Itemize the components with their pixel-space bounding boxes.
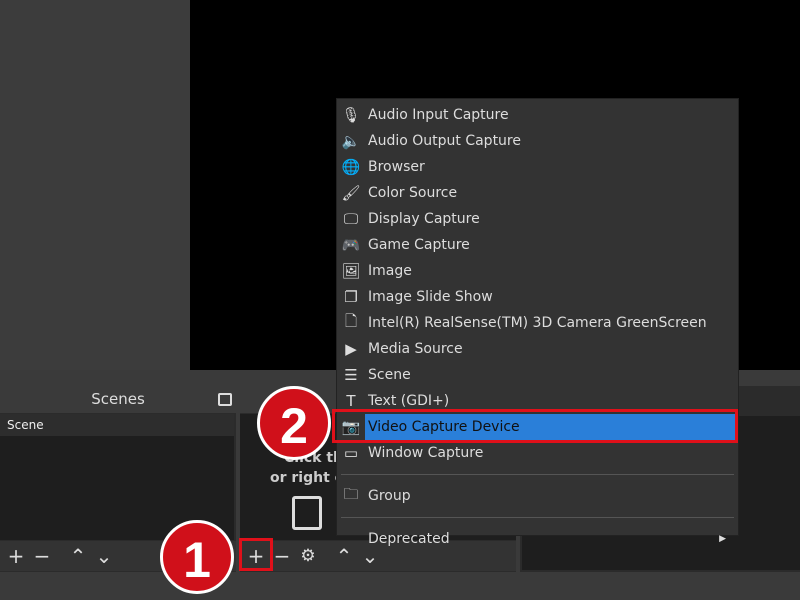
move-down-icon[interactable]: ⌄: [94, 544, 114, 568]
add-scene-icon[interactable]: +: [6, 544, 26, 568]
scenes-title: Scenes: [0, 386, 236, 413]
text-icon: T: [346, 392, 356, 410]
speaker-icon: 🔈: [341, 132, 361, 150]
menu-item-label: Deprecated: [368, 531, 450, 547]
menu-separator: [341, 474, 734, 475]
remove-source-icon[interactable]: −: [272, 544, 292, 568]
monitor-icon: 🖵: [343, 210, 359, 228]
submenu-arrow-icon: ▶: [719, 534, 726, 544]
menu-item-label: Scene: [368, 367, 411, 383]
gamepad-icon: 🎮: [341, 236, 361, 254]
menu-item-audio-output-capture[interactable]: 🔈 Audio Output Capture: [337, 128, 738, 154]
menu-item-label: Color Source: [368, 185, 458, 201]
gear-icon[interactable]: ⚙: [298, 546, 318, 566]
add-source-menu: 🎙 Audio Input Capture 🔈 Audio Output Captur…: [336, 98, 739, 547]
preview-side-area: [0, 0, 190, 370]
menu-item-label: Browser: [368, 159, 425, 175]
step-1-badge: 1: [160, 520, 234, 594]
menu-item-image[interactable]: 🖼 Image: [337, 258, 738, 284]
undock-icon[interactable]: [218, 393, 232, 406]
menu-item-deprecated[interactable]: Deprecated ▶: [337, 526, 738, 552]
menu-item-media-source[interactable]: ▶ Media Source: [337, 336, 738, 362]
menu-item-label: Media Source: [368, 341, 463, 357]
image-placeholder-icon: [292, 496, 322, 530]
menu-item-window-capture[interactable]: ▭ Window Capture: [337, 440, 738, 466]
slideshow-icon: ❐: [344, 288, 358, 306]
menu-item-color-source[interactable]: 🖌 Color Source: [337, 180, 738, 206]
window-icon: ▭: [343, 444, 359, 462]
menu-item-label: Text (GDI+): [368, 393, 450, 409]
menu-item-label: Window Capture: [368, 445, 484, 461]
menu-item-audio-input-capture[interactable]: 🎙 Audio Input Capture: [337, 102, 738, 128]
menu-item-label: Display Capture: [368, 211, 480, 227]
menu-item-group[interactable]: 🗀 Group: [337, 483, 738, 509]
menu-item-label: Intel(R) RealSense(TM) 3D Camera GreenSc…: [368, 315, 707, 331]
image-icon: 🖼: [341, 262, 361, 280]
globe-icon: 🌐: [341, 158, 361, 176]
file-icon: 🗋: [344, 311, 358, 330]
move-up-icon[interactable]: ⌃: [68, 544, 88, 568]
menu-item-scene[interactable]: ☰ Scene: [337, 362, 738, 388]
list-icon: ☰: [344, 366, 358, 384]
menu-item-label: Group: [368, 488, 411, 504]
menu-item-label: Image Slide Show: [368, 289, 493, 305]
play-icon: ▶: [345, 340, 357, 358]
menu-item-browser[interactable]: 🌐 Browser: [337, 154, 738, 180]
step-2-badge: 2: [257, 386, 331, 460]
folder-icon: 🗀: [343, 484, 359, 503]
menu-item-intel-r-realsense-tm-3d-camera-greenscreen[interactable]: 🗋 Intel(R) RealSense(TM) 3D Camera GreenS…: [337, 310, 738, 336]
remove-scene-icon[interactable]: −: [32, 544, 52, 568]
microphone-icon: 🎙: [341, 106, 361, 124]
add-button-highlight: [239, 538, 273, 571]
menu-separator: [341, 517, 734, 518]
menu-item-image-slide-show[interactable]: ❐ Image Slide Show: [337, 284, 738, 310]
menu-item-label: Audio Output Capture: [368, 133, 521, 149]
menu-item-game-capture[interactable]: 🎮 Game Capture: [337, 232, 738, 258]
scene-item[interactable]: Scene: [0, 414, 234, 436]
menu-item-display-capture[interactable]: 🖵 Display Capture: [337, 206, 738, 232]
brush-icon: 🖌: [341, 184, 361, 202]
menu-item-label: Game Capture: [368, 237, 470, 253]
menu-item-label: Audio Input Capture: [368, 107, 509, 123]
menu-item-highlight: [332, 409, 738, 443]
menu-item-label: Image: [368, 263, 412, 279]
